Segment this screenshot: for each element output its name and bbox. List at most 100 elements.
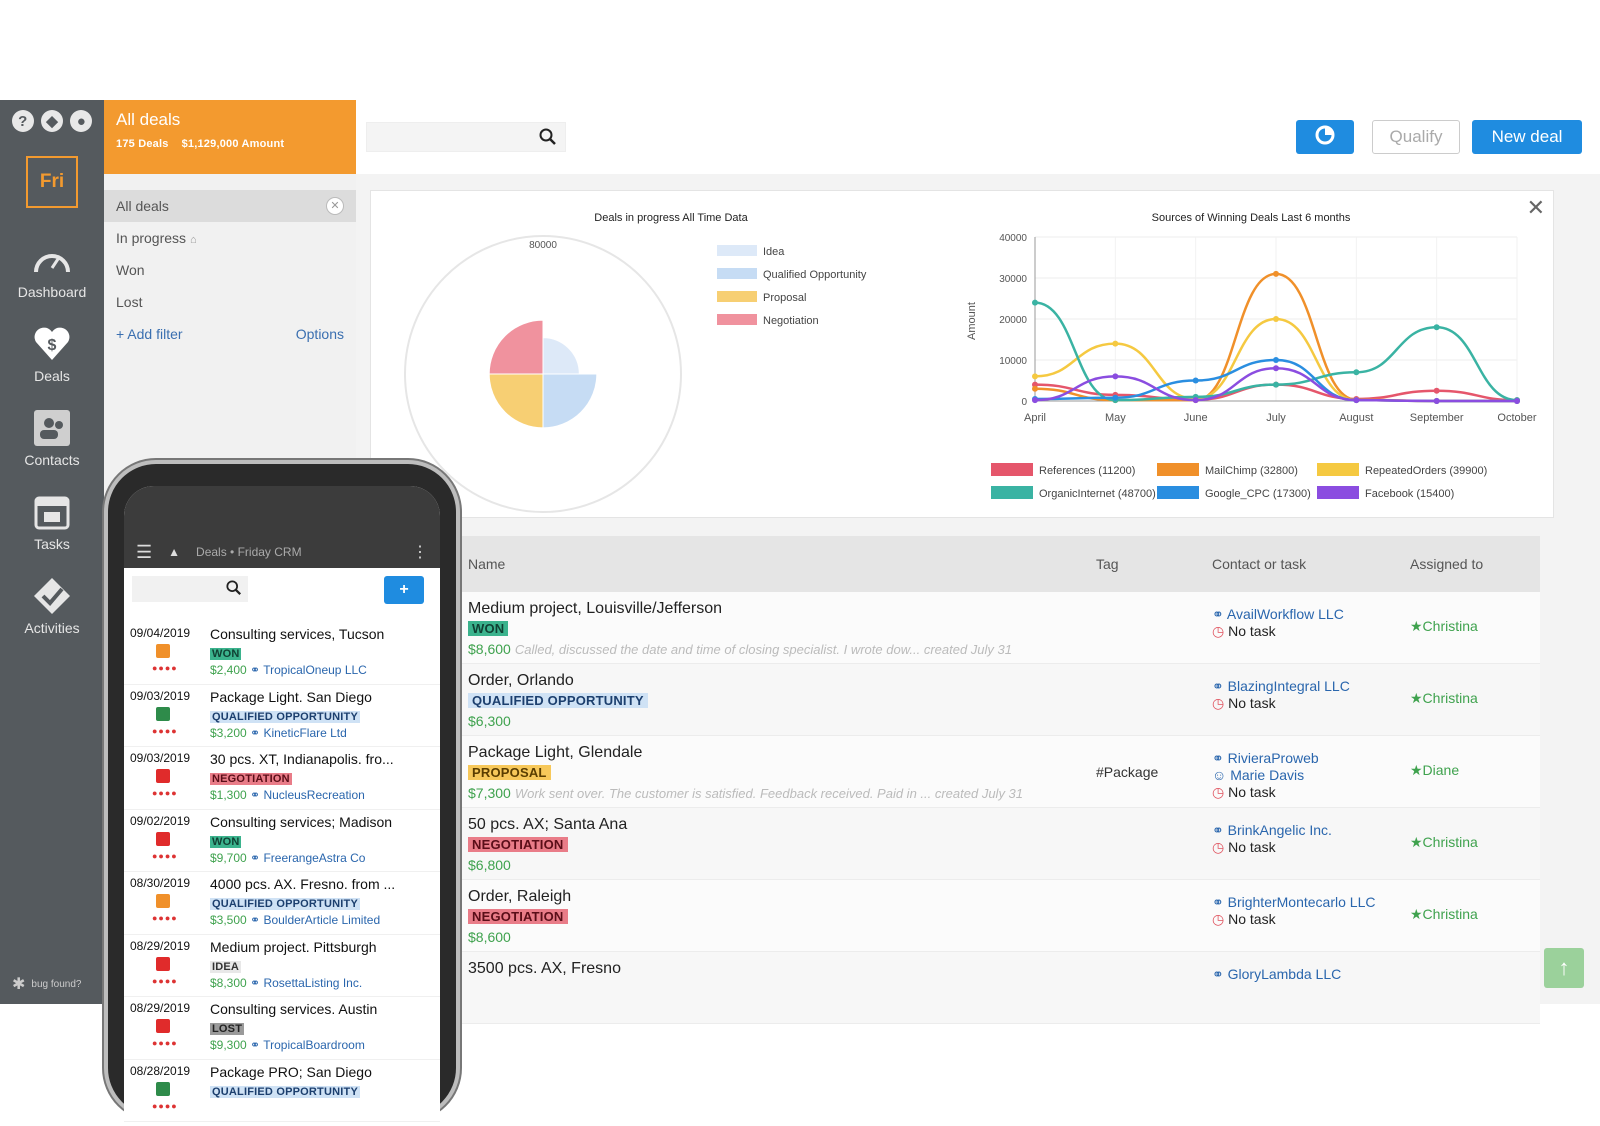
table-row[interactable]: Medium project, Louisville/Jefferson WON $… — [460, 592, 1540, 664]
table-row[interactable]: Order, Orlando QUALIFIED OPPORTUNITY $6,30… — [460, 664, 1540, 736]
phone-list-item[interactable]: 09/02/2019 ●●●● Consulting services; Madis… — [124, 810, 440, 872]
assignee[interactable]: ★Christina — [1410, 906, 1478, 923]
pie-slice[interactable] — [542, 337, 580, 375]
deal-title[interactable]: Order, Raleigh — [468, 888, 1088, 906]
data-point[interactable] — [1353, 369, 1360, 376]
close-icon[interactable]: ✕ — [326, 197, 344, 215]
table-row[interactable]: 3500 pcs. AX, Fresno ⚭ GloryLambda LLC — [460, 952, 1540, 1024]
nav-item-deals[interactable]: $ Deals — [0, 324, 104, 384]
phone-list-item[interactable]: 08/28/2019 ●●●● Package PRO; San Diego QUAL… — [124, 1060, 440, 1122]
home-icon: ⌂ — [189, 234, 197, 246]
deal-date: 08/29/2019 — [130, 1001, 191, 1015]
contact-link[interactable]: ⚭ RivieraProweb — [1212, 750, 1319, 767]
phone-search-input[interactable] — [132, 576, 248, 602]
filter-lost[interactable]: Lost — [104, 286, 356, 318]
close-icon[interactable]: ✕ — [1527, 195, 1545, 221]
deal-title[interactable]: Order, Orlando — [468, 672, 1088, 690]
bug-report[interactable]: ✱ bug found? — [12, 974, 81, 994]
phone-list-item[interactable]: 09/04/2019 ●●●● Consulting services, Tucso… — [124, 622, 440, 685]
header-name[interactable]: Name — [468, 556, 505, 572]
options-link[interactable]: Options — [296, 326, 344, 342]
deal-amount: $3,200 — [210, 725, 247, 740]
contact-link[interactable]: ⚭ AvailWorkflow LLC — [1212, 606, 1344, 623]
deals-summary[interactable]: All deals 175 Deals $1,129,000 Amount — [104, 100, 356, 174]
nav-item-contacts[interactable]: Contacts — [0, 408, 104, 468]
deal-title[interactable]: 50 pcs. AX; Santa Ana — [468, 816, 1088, 834]
add-filter-link[interactable]: + Add filter — [116, 326, 183, 342]
assignee[interactable]: ★Diane — [1410, 762, 1459, 779]
contact-link[interactable]: ⚭ BlazingIntegral LLC — [1212, 678, 1350, 695]
pie-slice[interactable] — [542, 373, 598, 429]
contact-name: BrighterMontecarlo LLC — [1227, 894, 1376, 910]
data-point[interactable] — [1433, 387, 1440, 394]
bell-icon[interactable]: ◆ — [40, 110, 63, 132]
contact-link[interactable]: ⚭ BrinkAngelic Inc. — [1212, 822, 1332, 839]
phone-add-button[interactable]: + — [384, 576, 424, 604]
data-point[interactable] — [1273, 381, 1279, 388]
table-row[interactable]: Order, Raleigh NEGOTIATION $8,600 ⚭ Brighte… — [460, 880, 1540, 952]
data-point[interactable] — [1273, 270, 1279, 277]
data-point[interactable] — [1032, 397, 1038, 404]
data-point[interactable] — [1192, 377, 1199, 384]
data-point[interactable] — [1433, 398, 1440, 404]
header-assigned[interactable]: Assigned to — [1410, 556, 1483, 572]
contact-link[interactable]: ☺ Marie Davis — [1212, 767, 1319, 784]
assignee[interactable]: ★Christina — [1410, 690, 1478, 707]
header-contact[interactable]: Contact or task — [1212, 556, 1306, 572]
data-point[interactable] — [1192, 397, 1199, 404]
contact-link[interactable]: ⚭ BrighterMontecarlo LLC — [1212, 894, 1375, 911]
phone-list-item[interactable]: 09/03/2019 ●●●● Package Light. San Diego QU… — [124, 685, 440, 747]
pie-slice[interactable] — [488, 373, 544, 429]
data-point[interactable] — [1514, 398, 1520, 404]
header-tag[interactable]: Tag — [1096, 556, 1119, 572]
nav-item-dashboard[interactable]: Dashboard — [0, 240, 104, 300]
app-logo[interactable]: Fri — [26, 156, 78, 208]
stage-badge: QUALIFIED OPPORTUNITY — [210, 710, 360, 723]
pie-slice[interactable] — [488, 319, 544, 375]
more-icon[interactable]: ⋮ — [412, 542, 428, 562]
user-icon[interactable]: ● — [70, 110, 93, 132]
data-point[interactable] — [1273, 357, 1279, 363]
chart-toggle-button[interactable] — [1296, 120, 1354, 154]
bell-icon[interactable]: ▲ — [168, 545, 180, 559]
data-point[interactable] — [1273, 365, 1279, 372]
data-point[interactable] — [1433, 324, 1440, 331]
deal-title[interactable]: Medium project, Louisville/Jefferson — [468, 600, 1088, 618]
data-point[interactable] — [1112, 373, 1119, 380]
phone-list-item[interactable]: 08/29/2019 ●●●● Consulting services. Austi… — [124, 997, 440, 1060]
phone-list-item[interactable]: 09/03/2019 ●●●● 30 pcs. XT, Indianapolis. … — [124, 747, 440, 810]
data-point[interactable] — [1353, 397, 1360, 404]
data-point[interactable] — [1032, 385, 1038, 392]
data-point[interactable] — [1112, 394, 1119, 401]
qualify-button[interactable]: Qualify — [1372, 120, 1460, 154]
deal-title[interactable]: Package Light, Glendale — [468, 744, 1088, 762]
contact-link[interactable]: ⚭ GloryLambda LLC — [1212, 966, 1341, 983]
phone-list-item[interactable]: 08/30/2019 ●●●● 4000 pcs. AX. Fresno. from… — [124, 872, 440, 935]
nav-item-tasks[interactable]: Tasks — [0, 492, 104, 552]
pie-chart-icon — [1314, 124, 1336, 151]
nav-item-activities[interactable]: Activities — [0, 576, 104, 636]
data-point[interactable] — [1032, 299, 1038, 306]
search-input[interactable] — [366, 122, 566, 152]
filter-won[interactable]: Won — [104, 254, 356, 286]
table-row[interactable]: Package Light, Glendale PROPOSAL $7,300 Wor… — [460, 736, 1540, 808]
deal-tag[interactable]: #Package — [1096, 764, 1158, 780]
scroll-top-button[interactable]: ↑ — [1544, 948, 1584, 988]
filter-all-deals[interactable]: All deals ✕ — [104, 190, 356, 222]
assignee[interactable]: ★Christina — [1410, 618, 1478, 635]
deal-title[interactable]: 3500 pcs. AX, Fresno — [468, 960, 1088, 978]
y-tick-label: 0 — [1021, 397, 1027, 408]
new-deal-button[interactable]: New deal — [1472, 120, 1582, 154]
table-row[interactable]: 50 pcs. AX; Santa Ana NEGOTIATION $6,800 ⚭ … — [460, 808, 1540, 880]
data-point[interactable] — [1273, 316, 1279, 322]
assignee[interactable]: ★Christina — [1410, 834, 1478, 851]
data-point[interactable] — [1112, 340, 1119, 347]
crm-app: ? ◆ ● Fri Dashboard $ Deals Contacts Tas… — [0, 100, 1600, 1126]
menu-icon[interactable]: ☰ — [136, 542, 152, 563]
phone-list-item[interactable]: 08/29/2019 ●●●● Medium project. Pittsburgh… — [124, 935, 440, 997]
filter-in-progress[interactable]: In progress ⌂ — [104, 222, 356, 254]
deal-amount: $1,300 — [210, 788, 247, 802]
deal-title: 4000 pcs. AX. Fresno. from ... — [210, 876, 396, 892]
data-point[interactable] — [1032, 373, 1038, 380]
help-icon[interactable]: ? — [11, 110, 34, 132]
